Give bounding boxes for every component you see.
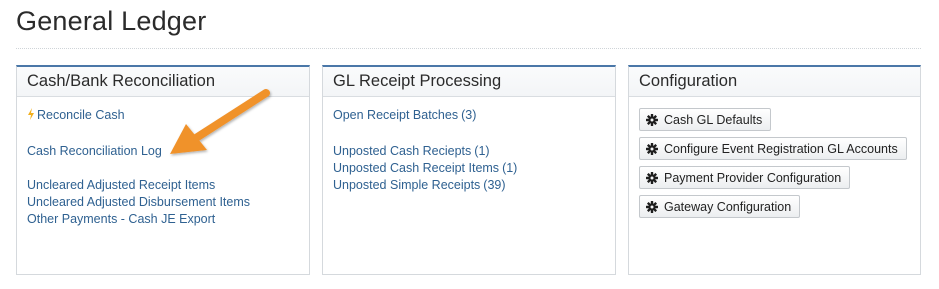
payment-provider-configuration-button[interactable]: Payment Provider Configuration [639,166,851,189]
reconcile-cash-link[interactable]: Reconcile Cash [37,108,125,122]
button-label: Configure Event Registration GL Accounts [664,141,898,156]
lightning-bolt-icon [28,108,34,120]
gear-icon [646,171,658,184]
title-divider [16,48,921,49]
panel-title: Configuration [629,67,920,97]
button-label: Gateway Configuration [664,199,792,214]
gl-receipt-processing-panel: GL Receipt Processing Open Receipt Batch… [322,65,616,275]
button-label: Payment Provider Configuration [664,170,842,185]
other-payments-export-link[interactable]: Other Payments - Cash JE Export [27,212,215,226]
configuration-panel: Configuration Cash GL Defaults Configure… [628,65,921,275]
gear-icon [646,142,658,155]
button-label: Cash GL Defaults [664,112,763,127]
annotation-arrow-icon [170,89,270,154]
open-receipt-batches-count: (3) [461,108,477,122]
unposted-simple-receipts-count: (39) [483,178,506,192]
uncleared-disbursement-items-link[interactable]: Uncleared Adjusted Disbursement Items [27,195,250,209]
gear-icon [646,200,658,213]
unposted-cash-receipt-items-link[interactable]: Unposted Cash Receipt Items [333,161,499,175]
gear-icon [646,113,658,126]
cash-gl-defaults-button[interactable]: Cash GL Defaults [639,108,772,131]
page-title: General Ledger [16,6,207,36]
unposted-simple-receipts-link[interactable]: Unposted Simple Receipts [333,178,480,192]
cash-reconciliation-log-link[interactable]: Cash Reconciliation Log [27,144,162,158]
uncleared-receipt-items-link[interactable]: Uncleared Adjusted Receipt Items [27,178,215,192]
unposted-cash-receipts-link[interactable]: Unposted Cash Reciepts [333,144,471,158]
unposted-cash-receipt-items-count: (1) [502,161,518,175]
open-receipt-batches-link[interactable]: Open Receipt Batches [333,108,458,122]
unposted-cash-receipts-count: (1) [474,144,490,158]
gateway-configuration-button[interactable]: Gateway Configuration [639,195,801,218]
panel-title: GL Receipt Processing [323,67,615,97]
configure-event-registration-gl-accounts-button[interactable]: Configure Event Registration GL Accounts [639,137,907,160]
